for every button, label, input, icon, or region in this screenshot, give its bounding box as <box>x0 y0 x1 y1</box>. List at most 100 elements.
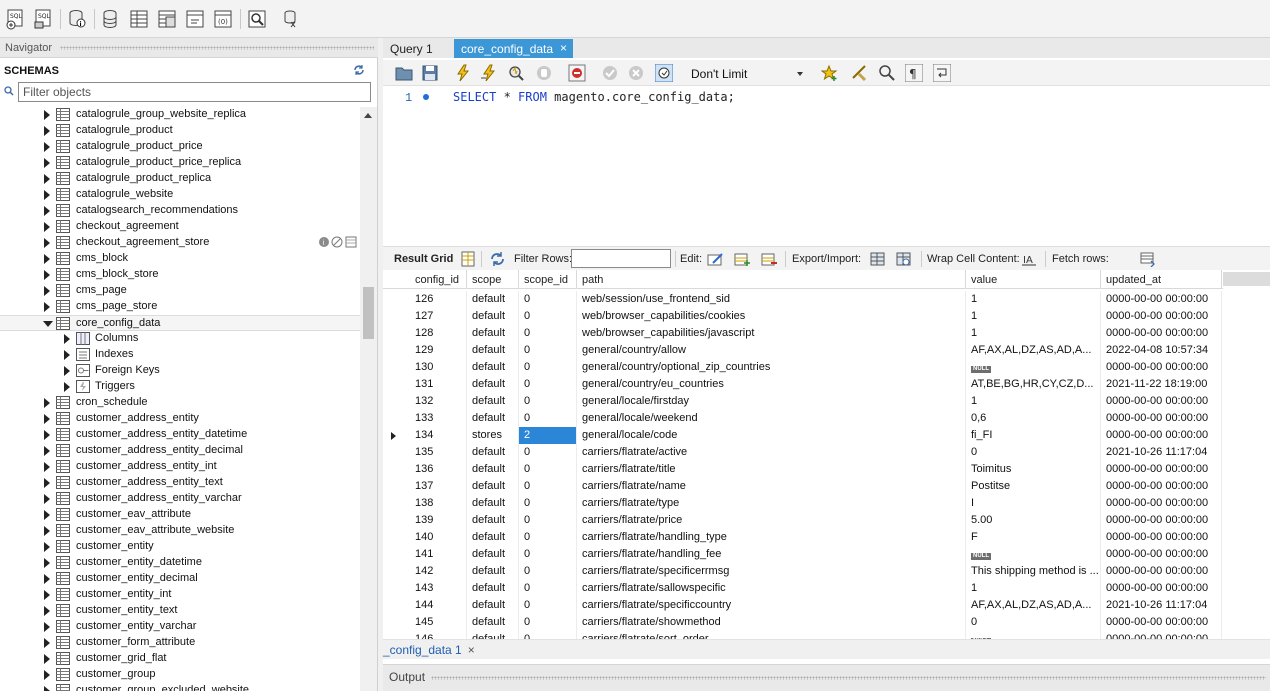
table-cell[interactable]: 0 <box>519 597 577 614</box>
table-row[interactable]: 134 stores 2 general/locale/code fi_FI 0000-0… <box>383 427 1223 444</box>
open-folder-icon[interactable] <box>395 64 413 82</box>
expand-arrow-icon[interactable] <box>44 254 50 264</box>
table-cell[interactable]: default <box>467 393 519 410</box>
tree-item[interactable]: catalogsearch_recommendations <box>0 203 360 219</box>
table-cell[interactable]: general/country/allow <box>577 342 966 359</box>
tree-item[interactable]: customer_entity_datetime <box>0 555 360 571</box>
save-icon[interactable] <box>421 64 439 82</box>
table-cell[interactable]: Toimitus <box>966 461 1101 478</box>
expand-arrow-icon[interactable] <box>44 478 50 488</box>
table-cell[interactable]: default <box>467 512 519 529</box>
table-cell[interactable]: 0000-00-00 00:00:00 <box>1101 546 1222 563</box>
tree-item[interactable]: customer_address_entity <box>0 411 360 427</box>
table-cell[interactable]: 1 <box>966 308 1101 325</box>
close-result-tab-icon[interactable]: × <box>468 643 475 657</box>
tree-item[interactable]: customer_address_entity_text <box>0 475 360 491</box>
table-cell[interactable]: 1 <box>966 393 1101 410</box>
expand-arrow-icon[interactable] <box>64 334 70 344</box>
expand-arrow-icon[interactable] <box>44 606 50 616</box>
expand-arrow-icon[interactable] <box>44 398 50 408</box>
table-row[interactable]: 127 default 0 web/browser_capabilities/cook… <box>383 308 1223 325</box>
stop-icon[interactable] <box>535 64 553 82</box>
table-cell[interactable]: carriers/flatrate/name <box>577 478 966 495</box>
tree-item[interactable]: Columns <box>0 331 360 347</box>
expand-arrow-icon[interactable] <box>44 126 50 136</box>
limit-rows-select[interactable]: Don't Limit <box>686 63 808 83</box>
table-cell[interactable]: carriers/flatrate/sallowspecific <box>577 580 966 597</box>
table-cell[interactable]: default <box>467 478 519 495</box>
expand-arrow-icon[interactable] <box>64 350 70 360</box>
expand-arrow-icon[interactable] <box>44 446 50 456</box>
delete-row-icon[interactable] <box>761 251 778 267</box>
table-cell[interactable]: 0000-00-00 00:00:00 <box>1101 308 1222 325</box>
table-cell[interactable]: general/locale/code <box>577 427 966 444</box>
expand-arrow-icon[interactable] <box>44 430 50 440</box>
table-cell[interactable]: default <box>467 461 519 478</box>
table-cell[interactable]: 0 <box>519 376 577 393</box>
expand-arrow-icon[interactable] <box>44 286 50 296</box>
table-cell[interactable]: 0000-00-00 00:00:00 <box>1101 461 1222 478</box>
tree-item[interactable]: checkout_agreement_store i <box>0 235 360 251</box>
filter-rows-input[interactable] <box>571 249 671 268</box>
sql-code-area[interactable]: 1 SELECT * FROM magento.core_config_data… <box>383 86 1270 286</box>
table-row[interactable]: 143 default 0 carriers/flatrate/sallowspeci… <box>383 580 1223 597</box>
create-procedure-icon[interactable] <box>184 8 206 30</box>
table-cell[interactable]: carriers/flatrate/active <box>577 444 966 461</box>
create-function-icon[interactable]: (0) <box>212 8 234 30</box>
tree-item[interactable]: catalogrule_product_price_replica <box>0 155 360 171</box>
tree-item[interactable]: customer_address_entity_datetime <box>0 427 360 443</box>
table-cell[interactable]: 0000-00-00 00:00:00 <box>1101 410 1222 427</box>
table-row[interactable]: 129 default 0 general/country/allow AF,AX,AL… <box>383 342 1223 359</box>
find-replace-icon[interactable] <box>878 64 896 82</box>
export-icon[interactable] <box>869 251 886 267</box>
refresh-schemas-icon[interactable] <box>353 64 365 76</box>
table-cell[interactable]: 0000-00-00 00:00:00 <box>1101 359 1222 376</box>
tree-item[interactable]: customer_grid_flat <box>0 651 360 667</box>
table-cell[interactable]: 0 <box>519 580 577 597</box>
wrap-cell-icon[interactable]: IA <box>1021 251 1038 267</box>
table-row[interactable]: 140 default 0 carriers/flatrate/handling_ty… <box>383 529 1223 546</box>
tree-item[interactable]: customer_address_entity_varchar <box>0 491 360 507</box>
table-row[interactable]: 137 default 0 carriers/flatrate/name Postits… <box>383 478 1223 495</box>
table-cell[interactable]: 0,6 <box>966 410 1101 427</box>
table-cell[interactable]: 0000-00-00 00:00:00 <box>1101 563 1222 580</box>
table-cell[interactable]: carriers/flatrate/price <box>577 512 966 529</box>
table-cell[interactable]: default <box>467 308 519 325</box>
table-row[interactable]: 141 default 0 carriers/flatrate/handling_fe… <box>383 546 1223 563</box>
table-cell[interactable]: This shipping method is ... <box>966 563 1101 580</box>
table-cell[interactable]: I <box>966 495 1101 512</box>
table-cell[interactable]: 144 <box>410 597 467 614</box>
table-row[interactable]: 139 default 0 carriers/flatrate/price 5.00 00… <box>383 512 1223 529</box>
table-cell[interactable]: 0000-00-00 00:00:00 <box>1101 614 1222 631</box>
toggle-autocommit-icon[interactable] <box>655 64 673 82</box>
table-row[interactable]: 133 default 0 general/locale/weekend 0,6 0000… <box>383 410 1223 427</box>
tree-item[interactable]: Indexes <box>0 347 360 363</box>
fetch-rows-icon[interactable] <box>1139 251 1156 267</box>
table-cell[interactable]: 131 <box>410 376 467 393</box>
scroll-up-icon[interactable] <box>364 113 372 118</box>
tree-item[interactable]: customer_group <box>0 667 360 683</box>
expand-arrow-icon[interactable] <box>44 558 50 568</box>
grid-view-icon[interactable] <box>460 251 477 267</box>
create-schema-icon[interactable] <box>100 8 122 30</box>
expand-arrow-icon[interactable] <box>44 190 50 200</box>
expand-arrow-icon[interactable] <box>44 110 50 120</box>
tree-item[interactable]: cms_page_store <box>0 299 360 315</box>
table-cell[interactable]: 0 <box>519 546 577 563</box>
table-cell[interactable]: 128 <box>410 325 467 342</box>
sql-statement[interactable]: SELECT * FROM magento.core_config_data; <box>453 90 735 104</box>
explain-icon[interactable] <box>507 64 525 82</box>
expand-arrow-icon[interactable] <box>44 622 50 632</box>
tree-item[interactable]: catalogrule_product <box>0 123 360 139</box>
result-tab[interactable]: _config_data 1 × <box>383 643 475 657</box>
table-cell[interactable]: default <box>467 580 519 597</box>
table-cell[interactable]: 2021-10-26 11:17:04 <box>1101 444 1222 461</box>
table-cell[interactable]: 0 <box>519 461 577 478</box>
table-cell[interactable]: 135 <box>410 444 467 461</box>
table-row[interactable]: 144 default 0 carriers/flatrate/specificcou… <box>383 597 1223 614</box>
table-cell[interactable]: 0 <box>519 359 577 376</box>
table-row[interactable]: 135 default 0 carriers/flatrate/active 0 2021… <box>383 444 1223 461</box>
table-cell[interactable]: 145 <box>410 614 467 631</box>
table-cell[interactable]: 2021-11-22 18:19:00 <box>1101 376 1222 393</box>
tree-item[interactable]: catalogrule_product_price <box>0 139 360 155</box>
